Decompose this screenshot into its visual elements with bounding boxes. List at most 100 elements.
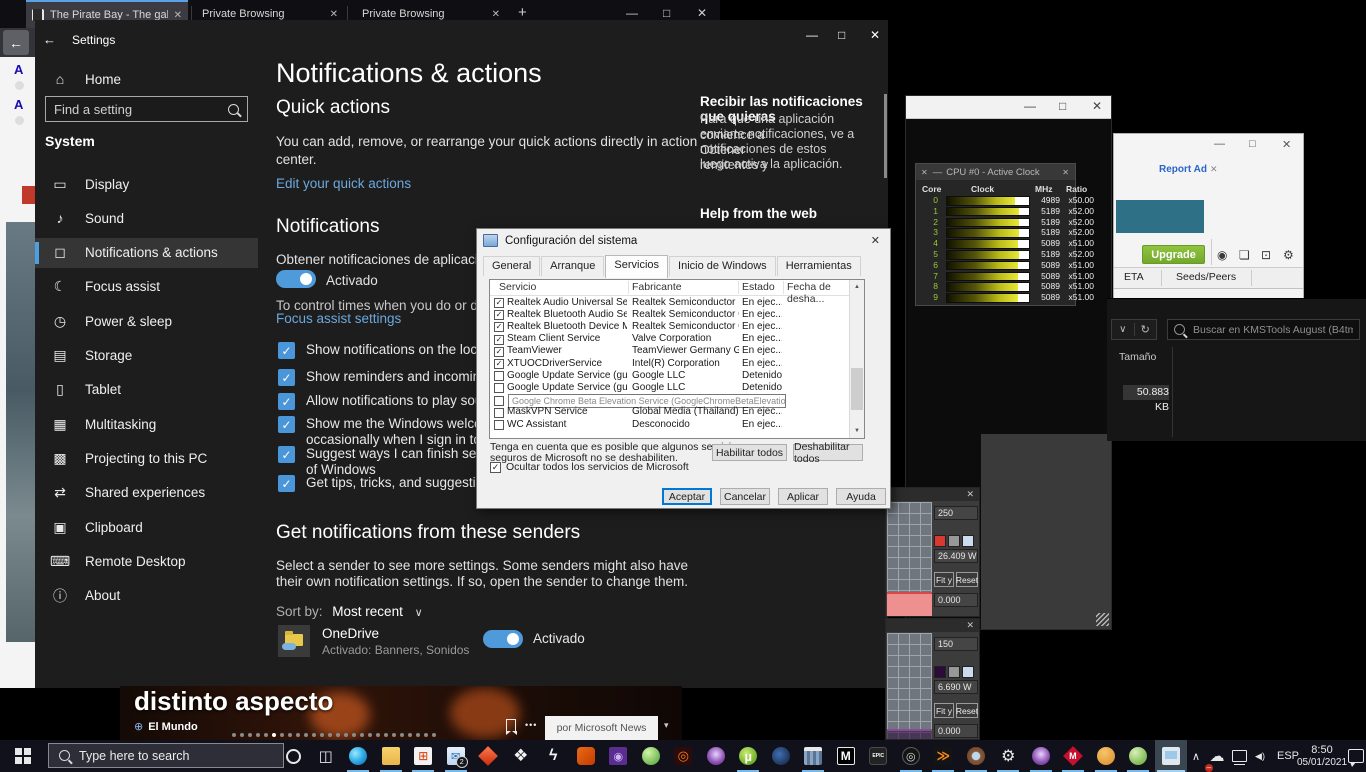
browser-back-button[interactable]: ← xyxy=(3,30,29,55)
hide-microsoft-services-checkbox[interactable]: ✓ Ocultar todos los servicios de Microso… xyxy=(490,462,689,473)
explorer-nav-buttons[interactable]: ∨ ↻ xyxy=(1111,319,1157,340)
sidebar-item-power-sleep[interactable]: ◷Power & sleep xyxy=(35,306,258,336)
volume-tray-icon[interactable]: ◀) xyxy=(1252,740,1268,772)
accept-button[interactable]: Aceptar xyxy=(662,488,712,505)
browser-minimize-button[interactable]: — xyxy=(626,6,638,20)
sidebar-item-multitasking[interactable]: ▦Multitasking xyxy=(35,409,258,439)
settings-close-button[interactable]: ✕ xyxy=(870,28,880,42)
more-options-icon[interactable]: ••• xyxy=(525,720,537,730)
resize-grip[interactable] xyxy=(1096,613,1109,626)
green-ball-app-taskbar-button[interactable] xyxy=(1122,740,1155,772)
axis-min-input[interactable]: 0.000 xyxy=(934,724,978,738)
news-headline[interactable]: distinto aspecto xyxy=(134,686,333,717)
checkbox-checked-icon[interactable]: ✓ xyxy=(278,393,295,410)
carousel-dot[interactable] xyxy=(424,733,428,737)
color-swatch-gray[interactable] xyxy=(948,535,960,547)
checkbox-checked-icon[interactable]: ✓ xyxy=(494,298,504,308)
settings-back-button[interactable]: ← xyxy=(43,32,56,47)
dialog-close-button[interactable]: ✕ xyxy=(871,234,880,247)
dialog-tab-arranque[interactable]: Arranque xyxy=(541,256,604,276)
col-fabricante[interactable]: Fabricante xyxy=(632,281,682,293)
notification-option[interactable]: ✓Suggest ways I can finish setting up my… xyxy=(278,446,508,478)
carousel-dot[interactable] xyxy=(296,733,300,737)
sidebar-item-about[interactable]: ⓘAbout xyxy=(35,581,258,611)
bookmark-icon[interactable] xyxy=(506,719,516,731)
onedrive-tray-icon[interactable]: ☁– xyxy=(1208,740,1226,772)
mail-taskbar-button[interactable]: ✉2 xyxy=(440,740,473,772)
scrollbar-thumb[interactable] xyxy=(851,368,863,410)
edge-browser-taskbar-button[interactable] xyxy=(342,740,375,772)
dark-sphere-app-taskbar-button[interactable] xyxy=(765,740,798,772)
onedrive-toggle[interactable] xyxy=(483,630,523,648)
carousel-dot[interactable] xyxy=(288,733,292,737)
panel-close-icon[interactable]: ✕ xyxy=(966,489,974,500)
carousel-dot[interactable] xyxy=(384,733,388,737)
carousel-dot[interactable] xyxy=(256,733,260,737)
sidebar-item-remote-desktop[interactable]: ⌨Remote Desktop xyxy=(35,546,258,576)
checkbox-checked-icon[interactable]: ✓ xyxy=(494,347,504,357)
checkbox-checked-icon[interactable]: ✓ xyxy=(494,322,504,332)
sort-by-row[interactable]: Sort by: Most recent ∨ xyxy=(276,604,423,619)
notification-option[interactable]: ✓Allow notifications to play sounds xyxy=(278,393,508,410)
sidebar-item-sound[interactable]: ♪Sound xyxy=(35,203,258,233)
services-header-row[interactable]: Servicio Fabricante Estado Fecha de desh… xyxy=(490,280,850,296)
browser-maximize-button[interactable]: □ xyxy=(663,6,670,20)
carousel-dot[interactable] xyxy=(352,733,356,737)
file-size-cell[interactable]: 50.883 KB xyxy=(1123,385,1169,400)
sidebar-item-home[interactable]: ⌂ Home xyxy=(35,64,258,94)
sidebar-item-clipboard[interactable]: ▣Clipboard xyxy=(35,512,258,542)
checkbox-checked-icon[interactable]: ✓ xyxy=(278,342,295,359)
tor-browser-taskbar-button[interactable] xyxy=(700,740,733,772)
sidebar-item-storage[interactable]: ▤Storage xyxy=(35,341,258,371)
ut-minimize-button[interactable]: — xyxy=(1214,138,1225,150)
dialog-tab-inicio-de-windows[interactable]: Inicio de Windows xyxy=(669,256,776,276)
tab-close-icon[interactable]: ✕ xyxy=(330,9,338,20)
screen-share-active-taskbar-button[interactable] xyxy=(1155,740,1188,772)
dialog-tab-herramientas[interactable]: Herramientas xyxy=(777,256,861,276)
checkbox-checked-icon[interactable]: ✓ xyxy=(278,369,295,386)
file-explorer-taskbar-button[interactable] xyxy=(375,740,408,772)
checkbox-unchecked-icon[interactable] xyxy=(494,396,504,406)
tray-hidden-icons-chevron[interactable]: ∧ xyxy=(1188,740,1204,772)
cpu-left-close-icon[interactable]: ✕ xyxy=(921,168,928,177)
column-divider[interactable] xyxy=(1172,347,1173,437)
explorer-search-input[interactable]: Buscar en KMSTools August (B4tman) xyxy=(1167,319,1360,340)
caret-down-icon[interactable]: ▾ xyxy=(664,720,669,731)
cpu-window-titlebar[interactable]: ✕ — CPU #0 - Active Clock ✕ xyxy=(916,164,1075,180)
notification-option[interactable]: ✓Show notifications on the lock screen xyxy=(278,342,508,359)
mcafee-taskbar-button[interactable]: M xyxy=(1057,740,1090,772)
cortana-taskbar-button[interactable] xyxy=(277,740,310,772)
service-row[interactable]: Google Update Service (gupdatem)Google L… xyxy=(490,382,849,394)
fit-y-button[interactable]: Fit y xyxy=(934,572,954,587)
green-orb-app-taskbar-button[interactable] xyxy=(635,740,668,772)
carousel-dot[interactable] xyxy=(328,733,332,737)
dialog-tab-servicios[interactable]: Servicios xyxy=(605,255,668,278)
sender-onedrive-row[interactable]: OneDrive Activado: Banners, Sonidos Acti… xyxy=(276,622,676,664)
taskbar-search-input[interactable]: Type here to search xyxy=(48,743,284,768)
sidebar-item-shared-experiences[interactable]: ⇄Shared experiences xyxy=(35,478,258,508)
carousel-dot-active[interactable] xyxy=(272,733,276,737)
color-swatch-blue[interactable] xyxy=(962,535,974,547)
service-row[interactable]: ✓Realtek Audio Universal ServiceRealtek … xyxy=(490,297,849,309)
reset-button[interactable]: Reset xyxy=(956,703,978,718)
bulb-icon[interactable]: ◉ xyxy=(1217,248,1227,262)
service-row[interactable]: WC AssistantDesconocidoEn ejec... xyxy=(490,419,849,431)
spiral-app-taskbar-button[interactable]: ◎ xyxy=(895,740,928,772)
checkbox-checked-icon[interactable]: ✓ xyxy=(494,310,504,320)
notification-option[interactable]: ✓Show reminders and incoming VoIP calls xyxy=(278,369,508,386)
start-button[interactable] xyxy=(0,740,46,772)
report-ad-link[interactable]: Report Ad xyxy=(1159,164,1207,175)
carousel-dot[interactable] xyxy=(264,733,268,737)
fire-game-taskbar-button[interactable]: ◎ xyxy=(667,740,700,772)
bg-maximize-button[interactable]: □ xyxy=(1059,99,1066,113)
lightning-app-taskbar-button[interactable]: ϟ xyxy=(537,740,570,772)
service-row[interactable]: ✓Steam Client ServiceValve CorporationEn… xyxy=(490,333,849,345)
torrent-list-header[interactable]: ETA Seeds/Peers xyxy=(1114,267,1303,289)
chat-icon[interactable]: ❏ xyxy=(1239,248,1250,262)
settings-maximize-button[interactable]: □ xyxy=(838,28,845,42)
color-swatch-blue[interactable] xyxy=(962,666,974,678)
notification-option[interactable]: ✓Show me the Windows welcome experieocca… xyxy=(278,416,508,448)
cpu-right-close-icon[interactable]: ✕ xyxy=(1062,168,1069,177)
sidebar-item-notifications-actions[interactable]: ◻Notifications & actions xyxy=(35,238,258,268)
action-center-button[interactable] xyxy=(1346,740,1366,772)
